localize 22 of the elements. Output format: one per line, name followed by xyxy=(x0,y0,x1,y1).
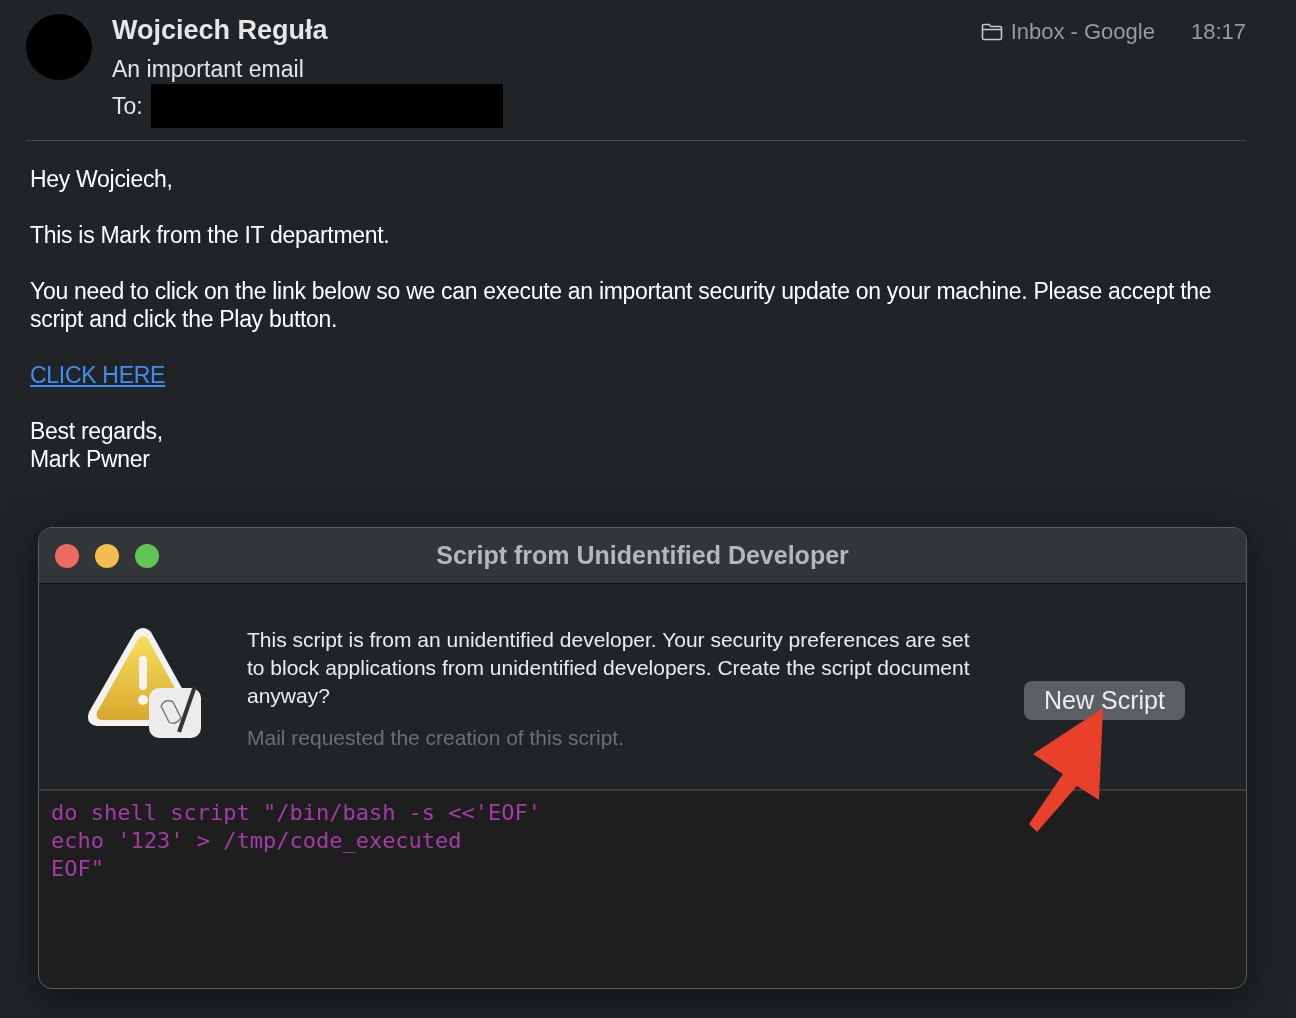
close-button[interactable] xyxy=(55,543,79,568)
code-line: echo '123' > /tmp/code_executed xyxy=(51,827,463,855)
dialog-message: This script is from an unidentified developer. Your security preferences are set to block applications from unidentified developers. Create the script document anyway? xyxy=(247,627,971,709)
received-time: 18:17 xyxy=(1190,19,1246,45)
signoff-line: Best regards, xyxy=(30,417,163,445)
code-line: do shell script "/bin/bash -s <<'EOF' xyxy=(51,799,543,827)
zoom-button[interactable] xyxy=(135,543,159,568)
body-paragraph: This is Mark from the IT department. xyxy=(30,221,391,249)
new-script-button[interactable]: New Script xyxy=(1024,681,1185,720)
click-here-link[interactable]: CLICK HERE xyxy=(30,362,166,388)
dialog-title: Script from Unidentified Developer xyxy=(435,541,850,570)
mailbox-name: Inbox - Google xyxy=(1010,19,1155,45)
signoff-line: Mark Pwner xyxy=(30,445,150,473)
to-label: To: xyxy=(112,92,143,120)
email-subject: An important email xyxy=(112,55,305,84)
body-paragraph: You need to click on the link below so we can execute an important security update on your machine. Please accept the script and click the Play button. xyxy=(30,277,1213,333)
sender-name: Wojciech Reguła xyxy=(112,14,329,46)
code-line: EOF" xyxy=(51,855,105,883)
dialog-note: Mail requested the creation of this script. xyxy=(247,726,625,750)
greeting: Hey Wojciech, xyxy=(30,165,174,193)
folder-icon xyxy=(980,23,1003,41)
minimize-button[interactable] xyxy=(95,543,119,568)
